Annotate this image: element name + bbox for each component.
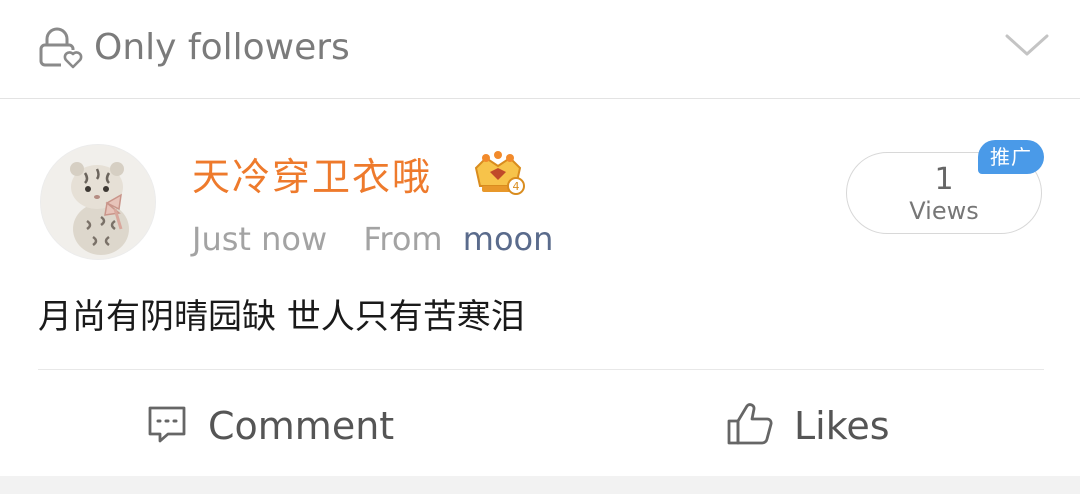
- comment-label: Comment: [208, 404, 395, 448]
- promo-badge[interactable]: 推广: [978, 140, 1044, 174]
- post-meta: Just now From moon: [192, 218, 553, 260]
- comment-icon: [146, 404, 188, 448]
- section-separator: [0, 476, 1080, 494]
- visibility-selector[interactable]: Only followers: [0, 0, 1080, 99]
- svg-text:4: 4: [513, 180, 520, 193]
- crown-badge-icon[interactable]: 4: [470, 150, 526, 198]
- comment-button[interactable]: Comment: [146, 398, 394, 454]
- source-prefix: From: [363, 220, 443, 258]
- visibility-label: Only followers: [94, 27, 350, 68]
- views-label: Views: [909, 197, 979, 225]
- like-label: Likes: [794, 404, 890, 448]
- username[interactable]: 天冷穿卫衣哦: [192, 152, 432, 202]
- post-time: Just now: [192, 220, 328, 258]
- post-content: 月尚有阴晴园缺 世人只有苦寒泪: [38, 297, 525, 337]
- source-link[interactable]: moon: [463, 220, 554, 258]
- chevron-down-icon[interactable]: [1004, 30, 1050, 60]
- like-button[interactable]: Likes: [726, 398, 890, 454]
- lock-heart-icon: [38, 26, 84, 70]
- thumbs-up-icon: [726, 401, 774, 451]
- divider: [38, 369, 1044, 370]
- avatar[interactable]: [40, 144, 156, 260]
